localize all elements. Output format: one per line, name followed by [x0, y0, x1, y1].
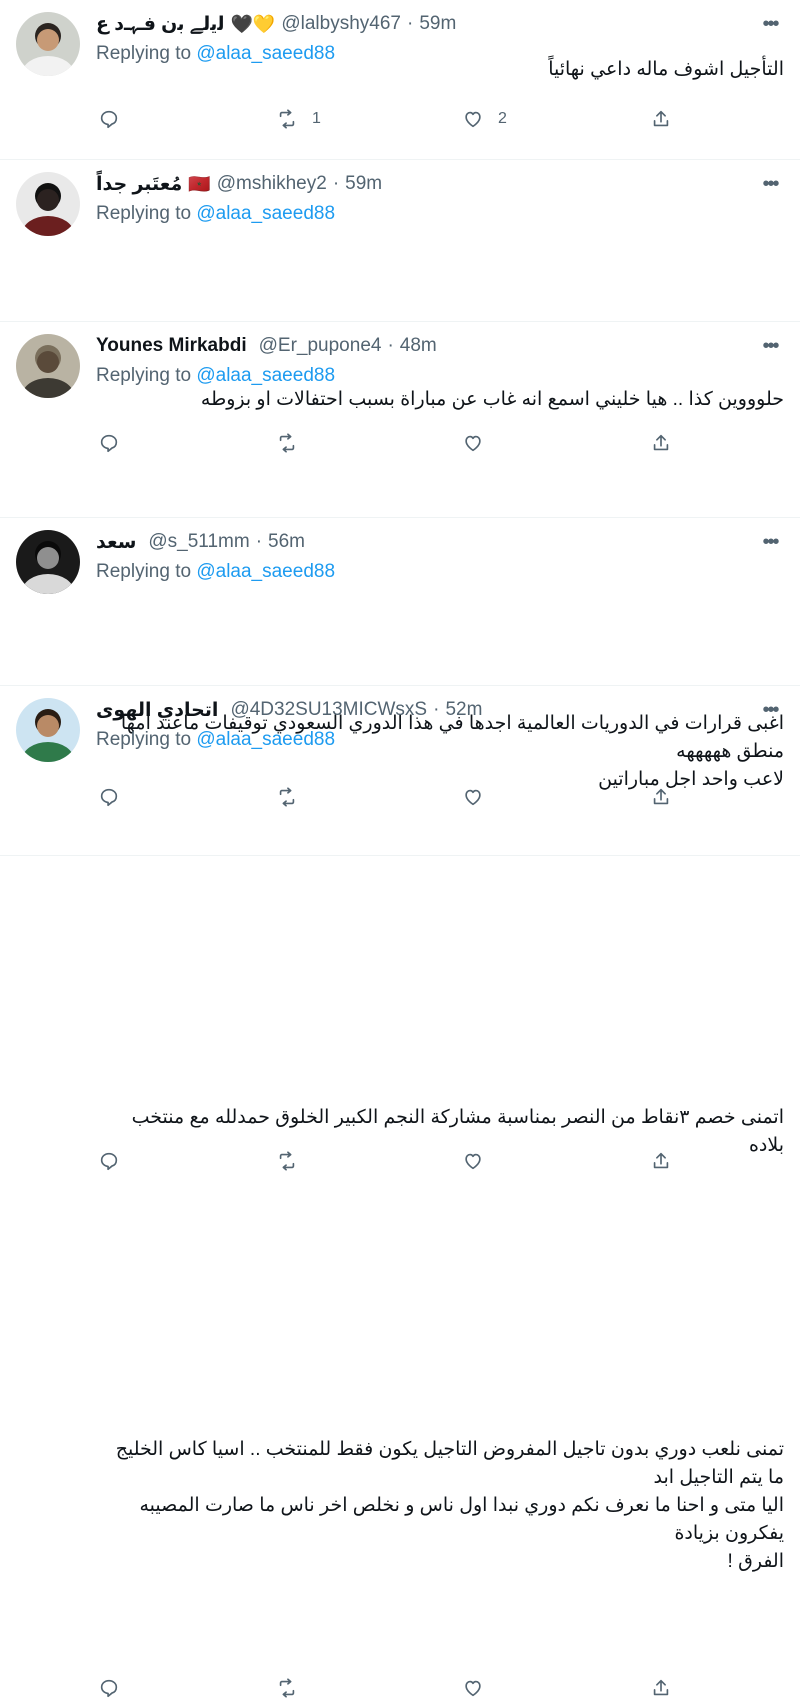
- display-name[interactable]: Younes Mirkabdi: [96, 335, 247, 357]
- avatar-image: [16, 172, 80, 236]
- avatar[interactable]: [16, 698, 80, 762]
- retweet-button[interactable]: 1: [276, 104, 321, 134]
- replying-to-line: Replying to @alaa_saeed88: [96, 561, 335, 583]
- tweet-text-line: اليا متى و احنا ما نعرف نكم دوري نبدا او…: [139, 1495, 784, 1544]
- user-handle[interactable]: @mshikhey2: [217, 173, 327, 195]
- user-handle[interactable]: @Er_pupone4: [259, 335, 382, 357]
- retweet-icon: [279, 1678, 295, 1698]
- retweet-icon: [279, 1151, 295, 1171]
- timestamp[interactable]: 48m: [400, 335, 437, 357]
- replying-to-line: Replying to @alaa_saeed88: [96, 365, 335, 387]
- timestamp[interactable]: 59m: [345, 173, 382, 195]
- reply-button[interactable]: [98, 1146, 134, 1176]
- separator-dot: ·: [255, 531, 263, 552]
- replying-to-label: Replying to: [96, 561, 192, 582]
- avatar-image: [16, 698, 80, 762]
- avatar[interactable]: [16, 530, 80, 594]
- heart-icon: [465, 1680, 481, 1697]
- tweet[interactable]: ﻟﻳﻟﮯ ﺑﻥ ﻓـﮩـﺩ ع 🖤💛 @lalbyshy467 · 59m ••…: [0, 0, 800, 160]
- mention-link[interactable]: @alaa_saeed88: [196, 561, 335, 582]
- avatar[interactable]: [16, 12, 80, 76]
- name-badge-emoji: 🇲🇦: [188, 173, 211, 194]
- heart-icon: [465, 1153, 481, 1170]
- retweet-count: 1: [312, 110, 321, 127]
- tweet-text: التأجيل اشوف ماله داعي نهائياً: [96, 56, 784, 84]
- replying-to-line: Replying to @alaa_saeed88: [96, 729, 335, 751]
- reply-icon: [100, 1679, 118, 1698]
- avatar[interactable]: [16, 172, 80, 236]
- tweet-actions: [96, 1146, 784, 1176]
- user-handle[interactable]: @lalbyshy467: [281, 13, 401, 35]
- tweet-text: تمنى نلعب دوري بدون تاجيل المفروض التاجي…: [96, 1436, 784, 1576]
- separator-dot: ·: [387, 335, 394, 356]
- heart-icon: [465, 111, 481, 128]
- like-count: 2: [498, 110, 507, 127]
- reply-button[interactable]: [98, 104, 134, 134]
- separator-dot: ·: [332, 173, 340, 194]
- tweet-header: مُعتَبر جداً 🇲🇦 @mshikhey2 · 59m: [96, 172, 750, 196]
- timestamp[interactable]: 56m: [268, 531, 305, 553]
- retweet-button[interactable]: [276, 1673, 312, 1703]
- tweet-header: Younes Mirkabdi @Er_pupone4 · 48m: [96, 334, 750, 358]
- like-button[interactable]: [462, 1673, 498, 1703]
- like-button[interactable]: 2: [462, 104, 507, 134]
- replying-to-label: Replying to: [96, 365, 192, 386]
- like-button[interactable]: [462, 1146, 498, 1176]
- reply-button[interactable]: [98, 1673, 134, 1703]
- replying-to-label: Replying to: [96, 203, 192, 224]
- retweet-button[interactable]: [276, 1146, 312, 1176]
- retweet-icon: [279, 109, 295, 129]
- replying-to-line: Replying to @alaa_saeed88: [96, 203, 335, 225]
- timestamp[interactable]: 59m: [419, 13, 456, 35]
- name-badge-emoji: 🖤💛: [230, 13, 276, 34]
- more-options-icon[interactable]: •••: [758, 172, 782, 196]
- reply-icon: [100, 1152, 118, 1171]
- more-options-icon[interactable]: •••: [758, 698, 782, 722]
- tweet[interactable]: اتحادي الهوى @4D32SU13MICWsxS · 52m ••• …: [0, 686, 800, 1698]
- user-handle[interactable]: @s_511mm: [148, 531, 249, 553]
- share-button[interactable]: [650, 1673, 672, 1703]
- more-options-icon[interactable]: •••: [758, 334, 782, 358]
- tweet-header: اتحادي الهوى @4D32SU13MICWsxS · 52m: [96, 698, 750, 722]
- share-icon: [653, 110, 669, 127]
- tweet[interactable]: سعد @s_511mm · 56m ••• Replying to @alaa…: [0, 518, 800, 1171]
- share-button[interactable]: [650, 104, 672, 134]
- avatar-image: [16, 334, 80, 398]
- more-options-icon[interactable]: •••: [758, 530, 782, 554]
- reply-icon: [100, 110, 118, 129]
- reply-feed: ﻟﻳﻟﮯ ﺑﻥ ﻓـﮩـﺩ ع 🖤💛 @lalbyshy467 · 59m ••…: [0, 0, 800, 1698]
- tweet[interactable]: مُعتَبر جداً 🇲🇦 @mshikhey2 · 59m ••• Rep…: [0, 160, 800, 453]
- tweet-actions: 1 2: [96, 104, 784, 134]
- separator-dot: ·: [406, 13, 414, 34]
- display-name[interactable]: مُعتَبر جداً: [96, 173, 182, 196]
- display-name[interactable]: اتحادي الهوى: [96, 699, 218, 722]
- user-handle[interactable]: @4D32SU13MICWsxS: [230, 699, 427, 721]
- avatar-image: [16, 12, 80, 76]
- share-button[interactable]: [650, 1146, 672, 1176]
- timestamp[interactable]: 52m: [445, 699, 482, 721]
- display-name[interactable]: ﻟﻳﻟﮯ ﺑﻥ ﻓـﮩـﺩ ع: [96, 13, 225, 36]
- tweet-actions: [96, 1673, 784, 1703]
- more-options-icon[interactable]: •••: [758, 12, 782, 36]
- avatar[interactable]: [16, 334, 80, 398]
- tweet[interactable]: Younes Mirkabdi @Er_pupone4 · 48m ••• Re…: [0, 322, 800, 807]
- tweet-text-line: الفرق !: [727, 1551, 784, 1572]
- separator-dot: ·: [433, 699, 440, 720]
- tweet-text-line: تمنى نلعب دوري بدون تاجيل المفروض التاجي…: [115, 1439, 784, 1488]
- mention-link[interactable]: @alaa_saeed88: [196, 365, 335, 386]
- mention-link[interactable]: @alaa_saeed88: [196, 203, 335, 224]
- share-icon: [653, 1679, 669, 1696]
- share-icon: [653, 1152, 669, 1169]
- tweet-header: ﻟﻳﻟﮯ ﺑﻥ ﻓـﮩـﺩ ع 🖤💛 @lalbyshy467 · 59m: [96, 12, 750, 36]
- avatar-image: [16, 530, 80, 594]
- mention-link[interactable]: @alaa_saeed88: [196, 729, 335, 750]
- tweet-header: سعد @s_511mm · 56m: [96, 530, 750, 554]
- replying-to-label: Replying to: [96, 729, 192, 750]
- display-name[interactable]: سعد: [96, 531, 136, 554]
- tweet-text-line: التأجيل اشوف ماله داعي نهائياً: [548, 59, 784, 80]
